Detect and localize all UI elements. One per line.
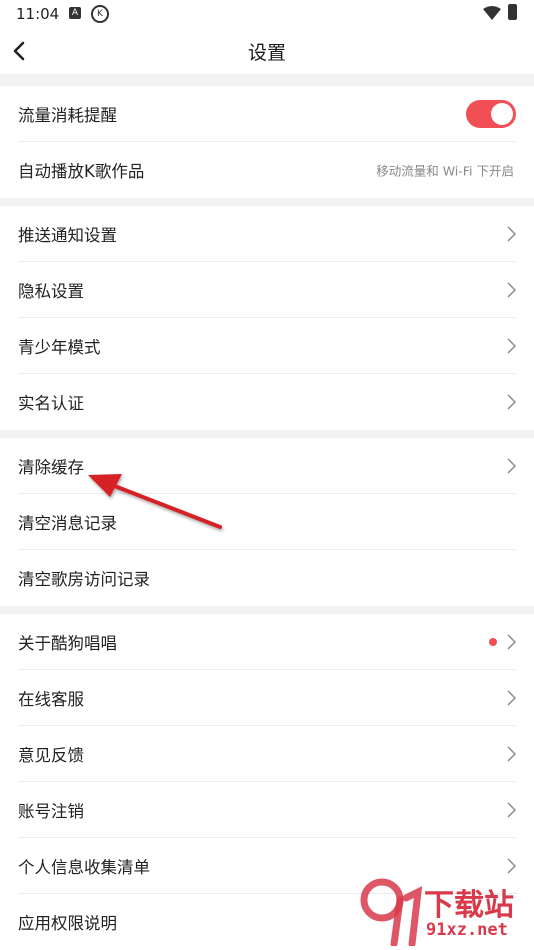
setting-data-usage-reminder[interactable]: 流量消耗提醒 (0, 86, 534, 142)
watermark-text: 下载站 (424, 888, 514, 923)
setting-autoplay-karaoke[interactable]: 自动播放K歌作品 移动流量和 Wi-Fi 下开启 (0, 142, 534, 198)
row-label: 应用权限说明 (18, 914, 117, 933)
data-usage-toggle[interactable] (466, 100, 516, 128)
setting-real-name-auth[interactable]: 实名认证 (0, 374, 534, 430)
row-label: 个人信息收集清单 (18, 858, 150, 877)
setting-teen-mode[interactable]: 青少年模式 (0, 318, 534, 374)
chevron-right-icon (507, 226, 516, 242)
watermark-91-icon (360, 878, 422, 946)
chevron-right-icon (507, 746, 516, 762)
battery-icon (508, 4, 517, 20)
setting-about[interactable]: 关于酷狗唱唱 (0, 614, 534, 670)
section-divider (0, 74, 534, 86)
watermark-logo: 下载站 91xz.net (360, 878, 530, 948)
section-divider (0, 606, 534, 614)
setting-privacy[interactable]: 隐私设置 (0, 262, 534, 318)
row-label: 账号注销 (18, 802, 84, 821)
row-label: 清除缓存 (18, 458, 84, 477)
setting-clear-room-history[interactable]: 清空歌房访问记录 (0, 550, 534, 606)
chevron-right-icon (507, 338, 516, 354)
chevron-right-icon (507, 802, 516, 818)
setting-account-cancel[interactable]: 账号注销 (0, 782, 534, 838)
row-label: 隐私设置 (18, 282, 84, 301)
status-bar: 11:04 A K (0, 0, 534, 28)
row-label: 意见反馈 (18, 746, 84, 765)
k-badge-icon: K (91, 5, 109, 23)
section-divider (0, 198, 534, 206)
setting-clear-messages[interactable]: 清空消息记录 (0, 494, 534, 550)
watermark-domain: 91xz.net (426, 920, 508, 940)
section-divider (0, 430, 534, 438)
setting-clear-cache[interactable]: 清除缓存 (0, 438, 534, 494)
setting-online-support[interactable]: 在线客服 (0, 670, 534, 726)
row-label: 自动播放K歌作品 (18, 162, 145, 181)
chevron-right-icon (507, 394, 516, 410)
row-label: 清空消息记录 (18, 514, 117, 533)
row-label: 关于酷狗唱唱 (18, 634, 117, 653)
row-label: 清空歌房访问记录 (18, 570, 150, 589)
chevron-right-icon (507, 458, 516, 474)
setting-push-notifications[interactable]: 推送通知设置 (0, 206, 534, 262)
row-label: 实名认证 (18, 394, 84, 413)
autoplay-hint: 移动流量和 Wi-Fi 下开启 (376, 163, 514, 179)
wifi-icon (483, 6, 501, 20)
row-label: 青少年模式 (18, 338, 101, 357)
a-badge-icon: A (69, 7, 81, 19)
page-title: 设置 (247, 42, 286, 64)
chevron-right-icon (507, 690, 516, 706)
row-label: 流量消耗提醒 (18, 106, 117, 125)
row-label: 推送通知设置 (18, 226, 117, 245)
chevron-right-icon (507, 282, 516, 298)
chevron-right-icon (507, 634, 516, 650)
row-label: 在线客服 (18, 690, 84, 709)
setting-feedback[interactable]: 意见反馈 (0, 726, 534, 782)
chevron-right-icon (507, 858, 516, 874)
status-time: 11:04 (16, 5, 60, 23)
new-badge-dot (489, 638, 497, 646)
title-bar: 设置 (0, 28, 534, 74)
toggle-knob (491, 103, 513, 125)
